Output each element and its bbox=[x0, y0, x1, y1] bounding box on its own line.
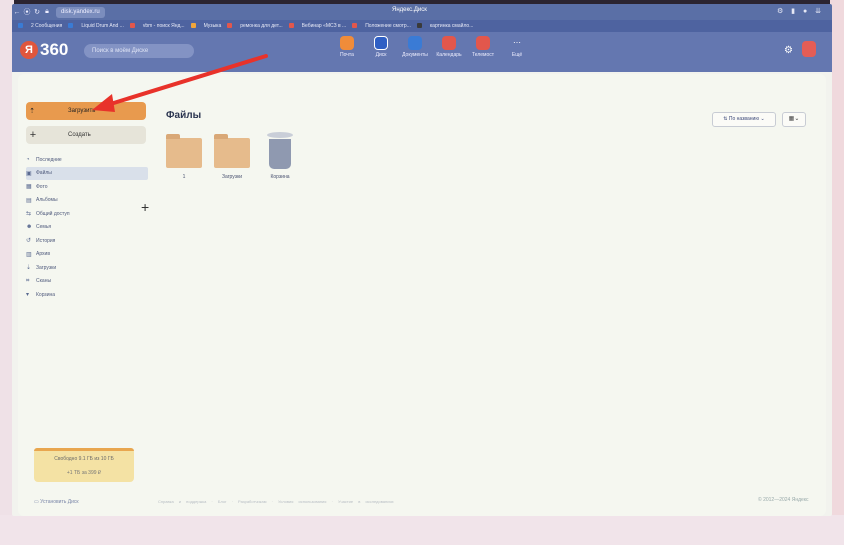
annotation-arrow bbox=[92, 54, 268, 112]
arrow-head bbox=[92, 94, 115, 112]
arrow-shaft bbox=[102, 54, 268, 108]
